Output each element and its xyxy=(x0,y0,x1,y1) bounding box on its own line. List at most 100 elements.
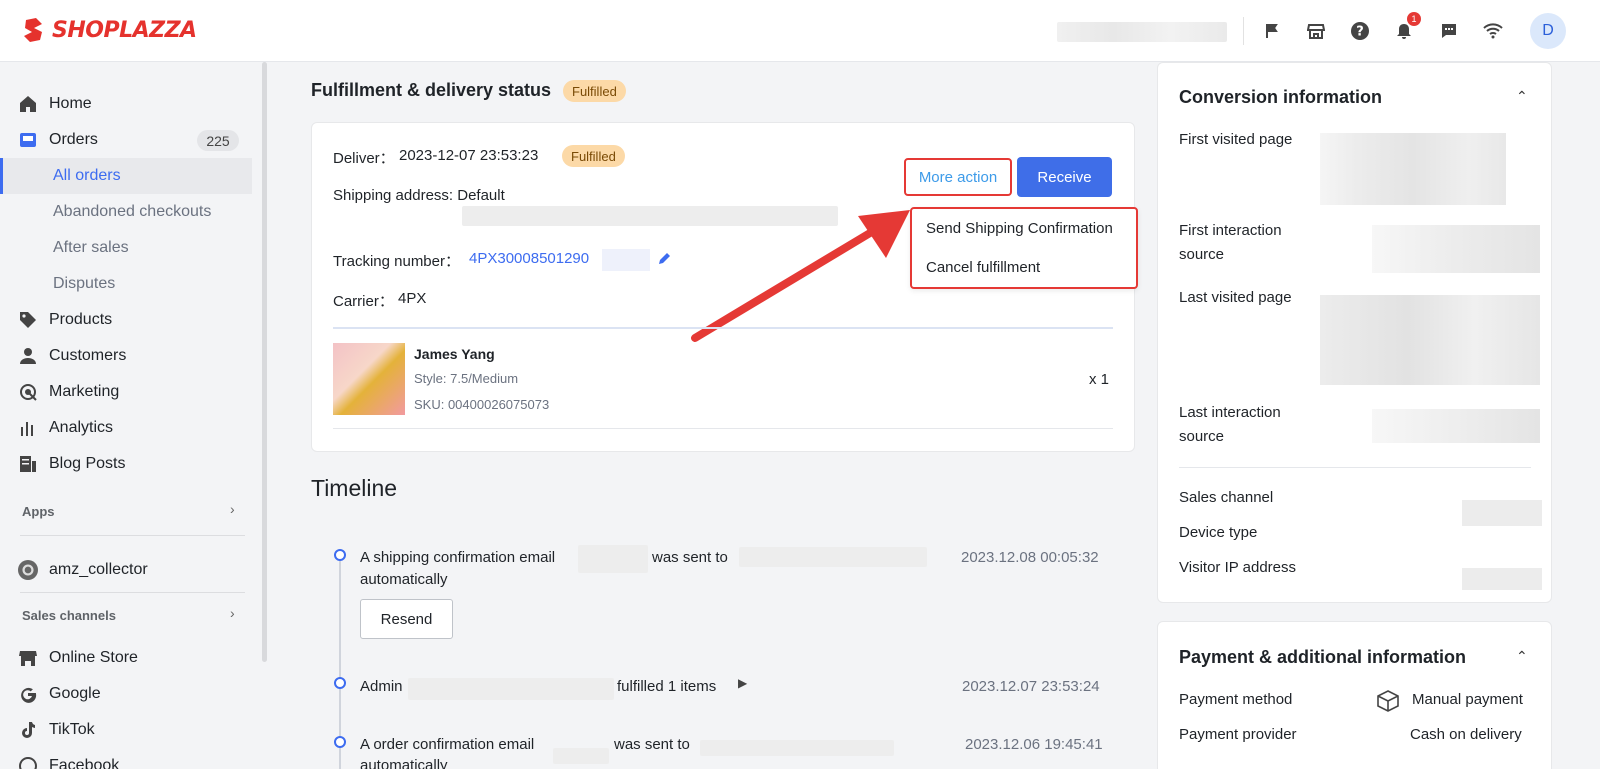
payment-provider-value: Cash on delivery xyxy=(1410,726,1522,743)
first-interaction-label: First interaction source xyxy=(1179,222,1282,263)
payment-method-label: Payment method xyxy=(1179,691,1293,708)
annotation-arrow-icon xyxy=(691,210,910,342)
redacted-value xyxy=(1462,500,1542,526)
sidebar-item-analytics[interactable]: Analytics xyxy=(0,410,252,446)
facebook-icon xyxy=(19,757,37,769)
sidebar-item-label: Disputes xyxy=(53,275,116,292)
deliver-status-badge: Fulfilled xyxy=(562,145,625,167)
chevron-up-icon[interactable]: ⌃ xyxy=(1516,648,1528,665)
sidebar-item-marketing[interactable]: Marketing xyxy=(0,374,252,410)
sidebar-item-google[interactable]: Google xyxy=(0,676,252,712)
carrier-label: Carrier： xyxy=(333,293,394,310)
deliver-label: Deliver： xyxy=(333,150,395,167)
payment-title: Payment & additional information xyxy=(1179,647,1467,667)
orders-count-badge: 225 xyxy=(197,130,239,151)
sales-channels-label: Sales channels xyxy=(22,608,116,623)
avatar[interactable]: D xyxy=(1530,13,1566,49)
redacted-text xyxy=(578,545,648,573)
sidebar-item-label: Abandoned checkouts xyxy=(53,203,212,220)
bell-icon[interactable]: 1 xyxy=(1392,12,1421,43)
sidebar-item-blog-posts[interactable]: Blog Posts xyxy=(0,446,252,482)
sidebar-item-facebook[interactable]: Facebook xyxy=(0,748,252,769)
sidebar-item-all-orders[interactable]: All orders xyxy=(0,158,252,194)
chevron-right-icon[interactable]: › xyxy=(230,605,235,621)
redacted-value xyxy=(1462,568,1542,590)
sidebar-item-label: Marketing xyxy=(49,383,120,400)
sidebar-item-amz-collector[interactable]: amz_collector xyxy=(0,552,252,588)
timeline-event-text: was sent to xyxy=(652,549,728,566)
fulfillment-title: Fulfillment & delivery status xyxy=(311,80,551,101)
sidebar-item-tiktok[interactable]: TikTok xyxy=(0,712,252,748)
timeline-dot xyxy=(334,736,346,748)
conversion-title: Conversion information xyxy=(1179,87,1383,107)
caret-right-icon[interactable]: ▶ xyxy=(738,676,747,690)
flag-icon[interactable] xyxy=(1260,19,1284,43)
payment-provider-label: Payment provider xyxy=(1179,726,1297,743)
shipping-address: Shipping address: Default xyxy=(333,187,505,204)
sidebar-scrollbar[interactable] xyxy=(262,62,267,662)
edit-pencil-icon[interactable] xyxy=(657,251,672,266)
cancel-fulfillment-item[interactable]: Cancel fulfillment xyxy=(926,259,1040,276)
help-icon[interactable]: ? xyxy=(1348,19,1372,43)
timeline-dot xyxy=(334,549,346,561)
resend-button[interactable]: Resend xyxy=(360,599,453,639)
sidebar-item-label: Home xyxy=(49,95,92,112)
sidebar-divider xyxy=(20,592,245,593)
timeline-event-text: was sent to xyxy=(614,736,690,753)
sidebar-item-label: After sales xyxy=(53,239,129,256)
divider xyxy=(1179,467,1531,468)
store-icon[interactable] xyxy=(1304,19,1328,43)
home-icon xyxy=(20,96,36,112)
sidebar-item-disputes[interactable]: Disputes xyxy=(0,266,252,302)
product-name[interactable]: James Yang xyxy=(414,346,495,362)
more-action-button[interactable]: More action xyxy=(904,158,1012,196)
product-sku: SKU: 00400026075073 xyxy=(414,397,550,412)
timeline-event-time: 2023.12.08 00:05:32 xyxy=(961,549,1099,566)
tracking-label: Tracking number： xyxy=(333,253,460,270)
sidebar-item-abandoned-checkouts[interactable]: Abandoned checkouts xyxy=(0,194,252,230)
send-shipping-confirmation-item[interactable]: Send Shipping Confirmation xyxy=(926,220,1113,237)
store-name-redacted xyxy=(1057,22,1227,42)
chevron-right-icon[interactable]: › xyxy=(230,501,235,517)
sidebar-divider xyxy=(20,535,245,536)
sidebar-item-after-sales[interactable]: After sales xyxy=(0,230,252,266)
sidebar-item-label: Blog Posts xyxy=(49,455,126,472)
timeline-event-text: Admin xyxy=(360,678,403,695)
tracking-redacted xyxy=(602,249,650,271)
sidebar-item-label: Google xyxy=(49,685,101,702)
timeline-event-time: 2023.12.07 23:53:24 xyxy=(962,678,1100,695)
svg-text:?: ? xyxy=(1356,25,1364,40)
sidebar-item-label: amz_collector xyxy=(49,561,148,578)
receive-button[interactable]: Receive xyxy=(1017,157,1112,197)
sidebar-item-label: Products xyxy=(49,311,113,328)
sales-channel-label: Sales channel xyxy=(1179,489,1274,506)
sidebar-item-customers[interactable]: Customers xyxy=(0,338,252,374)
shoplazza-logo[interactable]: SHOPLAZZA xyxy=(22,16,197,44)
sidebar-item-orders[interactable]: Orders 225 xyxy=(0,122,252,158)
redacted-text xyxy=(553,748,609,764)
product-thumbnail[interactable] xyxy=(333,343,405,415)
redacted-value xyxy=(1372,409,1540,443)
chat-icon[interactable] xyxy=(1437,19,1461,43)
sidebar-item-label: Orders xyxy=(49,131,98,148)
last-visited-label: Last visited page xyxy=(1179,289,1292,306)
tag-icon xyxy=(20,312,36,328)
wifi-icon[interactable] xyxy=(1481,19,1505,43)
sidebar-item-home[interactable]: Home xyxy=(0,86,252,122)
app-icon xyxy=(18,560,38,580)
bar-chart-icon xyxy=(21,422,33,436)
fulfillment-title-text: Fulfillment & delivery status xyxy=(311,80,552,100)
product-qty: x 1 xyxy=(1089,371,1110,388)
divider xyxy=(333,327,1113,329)
notification-badge: 1 xyxy=(1407,12,1421,26)
package-icon xyxy=(1377,690,1399,712)
sidebar-item-products[interactable]: Products xyxy=(0,302,252,338)
tiktok-icon xyxy=(22,722,35,738)
top-divider xyxy=(1243,17,1244,45)
sidebar-item-online-store[interactable]: Online Store xyxy=(0,640,252,676)
more-action-dropdown: Send Shipping Confirmation Cancel fulfil… xyxy=(910,207,1138,289)
chevron-up-icon[interactable]: ⌃ xyxy=(1516,88,1528,105)
tracking-number-link[interactable]: 4PX30008501290 xyxy=(469,250,589,267)
timeline-event-text: automatically xyxy=(360,571,448,588)
redacted-value xyxy=(1320,295,1540,385)
